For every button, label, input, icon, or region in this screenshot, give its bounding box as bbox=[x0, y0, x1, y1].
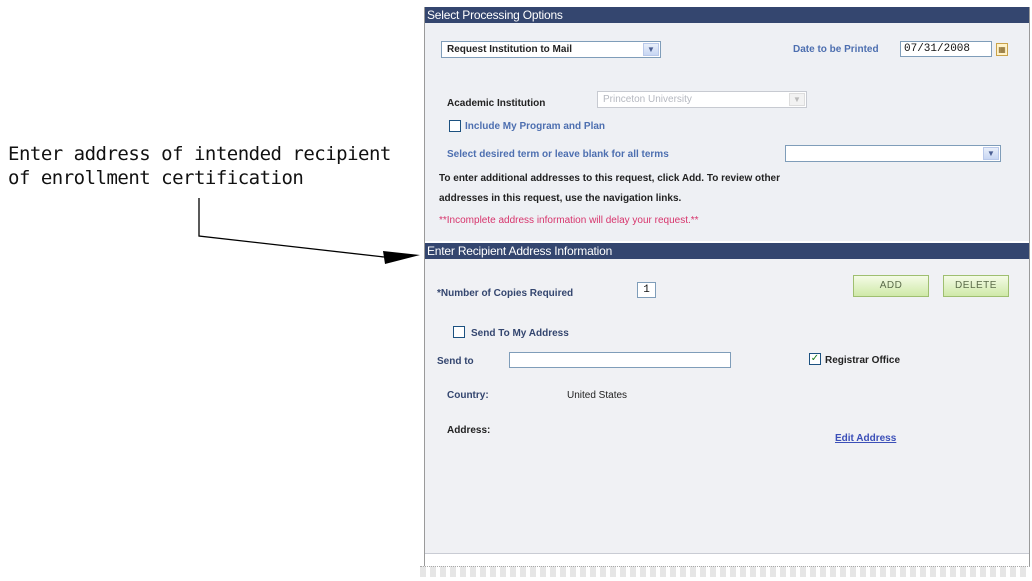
registrar-office-label: Registrar Office bbox=[825, 355, 901, 366]
torn-page-edge bbox=[420, 566, 1030, 577]
edit-address-link[interactable]: Edit Address bbox=[835, 433, 896, 444]
add-button[interactable]: ADD bbox=[853, 275, 929, 297]
copies-required-input[interactable]: 1 bbox=[637, 282, 656, 298]
processing-options-header: Select Processing Options bbox=[425, 7, 1029, 23]
academic-institution-value: Princeton University bbox=[603, 94, 692, 105]
callout-line-2: of enrollment certification bbox=[8, 167, 304, 189]
calendar-icon[interactable]: ▦ bbox=[996, 43, 1008, 56]
delete-button[interactable]: DELETE bbox=[943, 275, 1009, 297]
include-program-label: Include My Program and Plan bbox=[465, 121, 606, 132]
send-to-my-address-checkbox[interactable] bbox=[453, 326, 465, 338]
callout-text: Enter address of intended recipient of e… bbox=[8, 142, 391, 190]
processing-panel: Select Processing Options Request Instit… bbox=[424, 7, 1030, 569]
recipient-address-section: *Number of Copies Required 1 ADD DELETE … bbox=[425, 259, 1029, 554]
chevron-down-icon: ▼ bbox=[983, 147, 999, 160]
academic-institution-label: Academic Institution bbox=[447, 98, 546, 109]
chevron-down-icon: ▼ bbox=[789, 93, 805, 106]
include-program-checkbox[interactable] bbox=[449, 120, 461, 132]
chevron-down-icon: ▼ bbox=[643, 43, 659, 56]
send-to-input[interactable] bbox=[509, 352, 731, 368]
send-to-my-address-label: Send To My Address bbox=[471, 328, 569, 339]
date-to-be-printed-input[interactable]: 07/31/2008 bbox=[900, 41, 992, 57]
copies-required-label: *Number of Copies Required bbox=[437, 288, 574, 299]
info-text-line-1: To enter additional addresses to this re… bbox=[439, 173, 781, 184]
request-type-select[interactable]: Request Institution to Mail ▼ bbox=[441, 41, 661, 58]
request-type-value: Request Institution to Mail bbox=[447, 44, 572, 55]
send-to-label: Send to bbox=[437, 356, 474, 367]
country-value: United States bbox=[567, 390, 628, 401]
academic-institution-select: Princeton University ▼ bbox=[597, 91, 807, 108]
info-text-line-2: addresses in this request, use the navig… bbox=[439, 193, 682, 204]
term-select-label: Select desired term or leave blank for a… bbox=[447, 149, 669, 160]
recipient-address-header: Enter Recipient Address Information bbox=[425, 243, 1029, 259]
registrar-office-checkbox[interactable]: ✓ bbox=[809, 353, 821, 365]
country-label: Country: bbox=[447, 390, 489, 401]
callout-line-1: Enter address of intended recipient bbox=[8, 143, 391, 165]
date-to-be-printed-label: Date to be Printed bbox=[793, 44, 879, 55]
incomplete-address-warning: **Incomplete address information will de… bbox=[439, 215, 699, 226]
processing-options-section: Request Institution to Mail ▼ Date to be… bbox=[425, 23, 1029, 241]
term-select[interactable]: ▼ bbox=[785, 145, 1001, 162]
address-label: Address: bbox=[447, 425, 491, 436]
